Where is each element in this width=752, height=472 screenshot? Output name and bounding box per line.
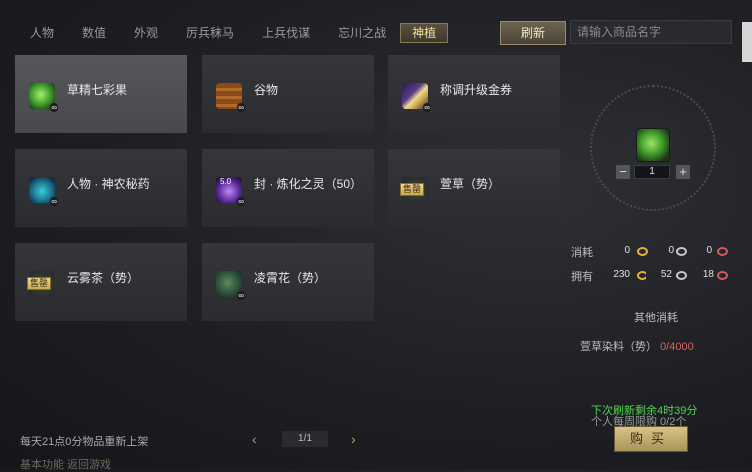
own-gold: 230 [613,269,630,280]
tea-icon: 售罄 [27,271,55,297]
spirit-orb-icon: 5.0 ∞ [216,177,245,206]
silver-coin-icon [676,271,687,280]
cost-item-row: 萱草染料（势） 0/4000 [580,338,694,354]
item-name: 云雾茶（势） [67,271,140,285]
potion-icon: ∞ [29,177,58,206]
own-silver: 52 [660,269,672,280]
consume-label: 消耗 [571,247,593,259]
quantity-minus-button[interactable]: − [616,165,630,179]
red-coin-icon [717,247,728,256]
sold-out-badge: 售罄 [400,183,425,196]
page-indicator: 1/1 [282,431,328,447]
tab-wangchuan-war[interactable]: 忘川之战 [324,22,400,44]
bottom-cut-text: 基本功能 返回游戏 [20,459,112,471]
buy-button[interactable]: 购买 [614,426,688,452]
daily-restock-note: 每天21点0分物品重新上架 [20,436,149,448]
next-page-icon[interactable]: › [351,431,356,447]
consume-red: 0 [706,245,712,256]
item-card[interactable]: ∞ 称调升级金券 [388,55,560,133]
item-card[interactable]: ∞ 凌霄花（势） [202,243,374,321]
other-cost-label: 其他消耗 [634,312,678,324]
cost-item-value: 0/4000 [660,341,694,353]
refresh-button[interactable]: 刷新 [500,21,566,45]
consume-gold: 0 [624,245,630,256]
item-name: 人物 · 神农秘药 [67,177,150,191]
search-input[interactable] [570,20,732,44]
fruit-icon: ∞ [29,83,58,112]
category-tabs: 人物 数值 外观 厉兵秣马 上兵伐谋 忘川之战 神植 [14,22,449,44]
herb-icon: 售罄 [400,177,428,203]
item-name: 草精七彩果 [67,83,128,97]
item-card[interactable]: 售罄 云雾茶（势） [15,243,187,321]
tab-stats[interactable]: 数值 [68,22,120,44]
sold-out-badge: 售罄 [27,277,52,290]
fruit-icon [636,128,670,162]
flower-icon: ∞ [216,271,245,300]
item-name: 封 · 炼化之灵（50） [254,177,363,191]
tab-strategy[interactable]: 上兵伐谋 [248,22,324,44]
own-red: 18 [702,269,714,280]
tab-appearance[interactable]: 外观 [120,22,172,44]
item-card[interactable]: ∞ 谷物 [202,55,374,133]
tab-characters[interactable]: 人物 [14,22,68,44]
cost-item-name: 萱草染料（势） [580,341,657,353]
item-name: 称调升级金券 [440,83,513,97]
quantity-plus-button[interactable]: + [676,165,690,179]
gold-ticket-icon: ∞ [402,83,431,112]
item-name: 谷物 [254,83,279,97]
item-card[interactable]: 售罄 萱草（势） [388,149,560,227]
grain-barrel-icon: ∞ [216,83,245,112]
item-name: 凌霄花（势） [254,271,327,285]
tab-divine-plants[interactable]: 神植 [400,23,449,43]
prev-page-icon[interactable]: ‹ [252,431,257,447]
tab-military-prep[interactable]: 厉兵秣马 [172,22,248,44]
item-card[interactable]: 5.0 ∞ 封 · 炼化之灵（50） [202,149,374,227]
item-card[interactable]: ∞ 人物 · 神农秘药 [15,149,187,227]
red-coin-icon [717,271,728,280]
quantity-field[interactable]: 1 [634,165,670,179]
own-label: 拥有 [571,271,593,283]
spirit-orb-level: 5.0 [220,177,232,186]
consume-silver: 0 [668,245,674,256]
item-card[interactable]: ∞ 草精七彩果 [15,55,187,133]
window-edge [742,22,752,62]
item-name: 萱草（势） [440,177,501,191]
